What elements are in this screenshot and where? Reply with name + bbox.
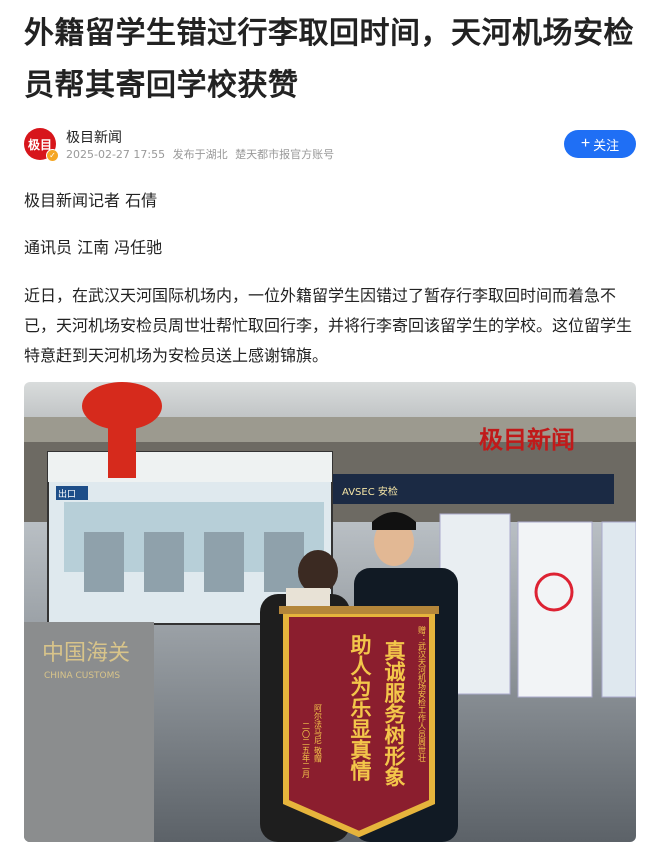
post-meta: 2025-02-27 17:55 发布于湖北 楚天都市报官方账号 [66, 146, 338, 162]
follow-button[interactable]: + 关注 [564, 130, 636, 158]
author-bar: 极目 ✓ 极目新闻 2025-02-27 17:55 发布于湖北 楚天都市报官方… [24, 126, 636, 162]
banner-line-1: 真诚服务树形象 [382, 639, 406, 787]
article-photo[interactable]: 出口 极目新闻 AVSEC 安检 中国海关 CHINA CUSTOMS 真诚服务… [24, 382, 636, 842]
reporter-line: 极目新闻记者 石倩 [24, 191, 158, 210]
avsec-sign: AVSEC 安检 [342, 485, 398, 498]
photo-scene: 出口 极目新闻 AVSEC 安检 中国海关 CHINA CUSTOMS 真诚服务… [24, 382, 636, 842]
watermark: 极目新闻 [479, 426, 575, 454]
post-source: 楚天都市报官方账号 [235, 148, 335, 161]
post-date: 2025-02-27 17:55 [66, 148, 166, 161]
banner-dedication: 赠：武汉天河机场安检工作人员周世壮 [418, 625, 427, 763]
banner-date: 二〇二五年二月 [302, 722, 311, 779]
info-board [601, 521, 636, 698]
customs-sign-cn: 中国海关 [42, 641, 130, 666]
customs-sign-en: CHINA CUSTOMS [44, 671, 120, 681]
banner-giver: 阿尔法马尼 敬赠 [314, 704, 323, 763]
correspondent-line: 通讯员 江南 冯任驰 [24, 238, 163, 257]
verified-badge-icon: ✓ [46, 149, 59, 162]
article-body: 近日，在武汉天河国际机场内，一位外籍留学生因错过了暂存行李取回时间而着急不已，天… [24, 286, 633, 365]
post-location: 发布于湖北 [172, 148, 228, 161]
follow-label: 关注 [593, 137, 620, 153]
banner-line-2: 助人为乐显真情 [348, 634, 372, 781]
exit-sign: 出口 [58, 488, 76, 500]
plus-icon: + [580, 135, 591, 152]
red-lantern [82, 382, 162, 430]
article-title: 外籍留学生错过行李取回时间，天河机场安检员帮其寄回学校获赞 [24, 16, 634, 103]
person-student [298, 550, 338, 594]
author-name[interactable]: 极目新闻 [66, 127, 122, 147]
